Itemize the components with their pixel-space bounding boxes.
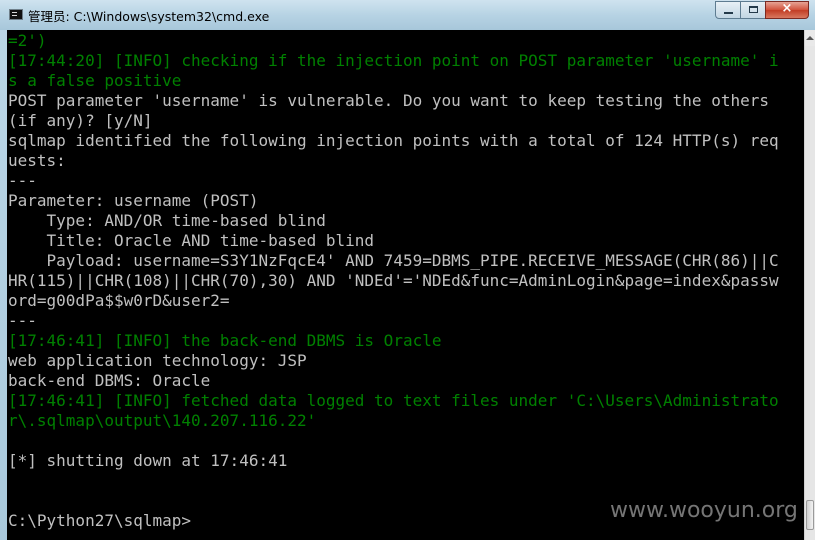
console-line: [17:46:41] [INFO] the back-end DBMS is O… <box>8 331 442 350</box>
scroll-up-arrow-icon[interactable] <box>805 30 815 46</box>
console-line: [17:46:41] [INFO] fetched data logged to… <box>8 391 779 410</box>
console-line: Payload: username=S3Y1NzFqcE4' AND 7459=… <box>8 251 779 270</box>
console-line: ord=g00dPa$$w0rD&user2= <box>8 291 230 310</box>
console-line: C:\Python27\sqlmap> <box>8 511 192 530</box>
console-line: HR(115)||CHR(108)||CHR(70),30) AND 'NDEd… <box>8 271 779 290</box>
console-line: --- <box>8 171 37 190</box>
window-title: 管理员: C:\Windows\system32\cmd.exe <box>28 9 270 24</box>
console-line: Type: AND/OR time-based blind <box>8 211 326 230</box>
minimize-button[interactable] <box>715 1 741 19</box>
console-line: --- <box>8 311 37 330</box>
console-output[interactable]: =2') [17:44:20] [INFO] checking if the in… <box>7 30 804 540</box>
vertical-scrollbar[interactable] <box>804 30 815 540</box>
console-line: (if any)? [y/N] <box>8 111 153 130</box>
console-line: Parameter: username (POST) <box>8 191 259 210</box>
console-line: back-end DBMS: Oracle <box>8 371 211 390</box>
minimize-icon <box>724 12 733 14</box>
console-line: sqlmap identified the following injectio… <box>8 131 779 150</box>
console-line: Title: Oracle AND time-based blind <box>8 231 375 250</box>
console-line: r\.sqlmap\output\140.207.116.22' <box>8 411 317 430</box>
window-controls: × <box>715 1 809 20</box>
watermark: www.wooyun.org <box>610 498 798 523</box>
title-bar[interactable]: 管理员: C:\Windows\system32\cmd.exe × <box>0 0 815 30</box>
cmd-window: 管理员: C:\Windows\system32\cmd.exe × =2')[… <box>0 0 815 540</box>
close-icon: × <box>781 1 793 16</box>
close-button[interactable]: × <box>765 1 809 19</box>
console-line: [*] shutting down at 17:46:41 <box>8 451 288 470</box>
console-line: POST parameter 'username' is vulnerable.… <box>8 91 769 110</box>
maximize-icon <box>749 6 758 13</box>
console-line: s a false positive <box>8 71 182 90</box>
cmd-icon[interactable] <box>9 9 23 20</box>
scroll-thumb[interactable] <box>806 500 814 530</box>
console-line: web application technology: JSP <box>8 351 307 370</box>
maximize-button[interactable] <box>740 1 766 19</box>
console-line: [17:44:20] [INFO] checking if the inject… <box>8 51 779 70</box>
console-line: =2') <box>8 31 47 50</box>
console-line: uests: <box>8 151 66 170</box>
